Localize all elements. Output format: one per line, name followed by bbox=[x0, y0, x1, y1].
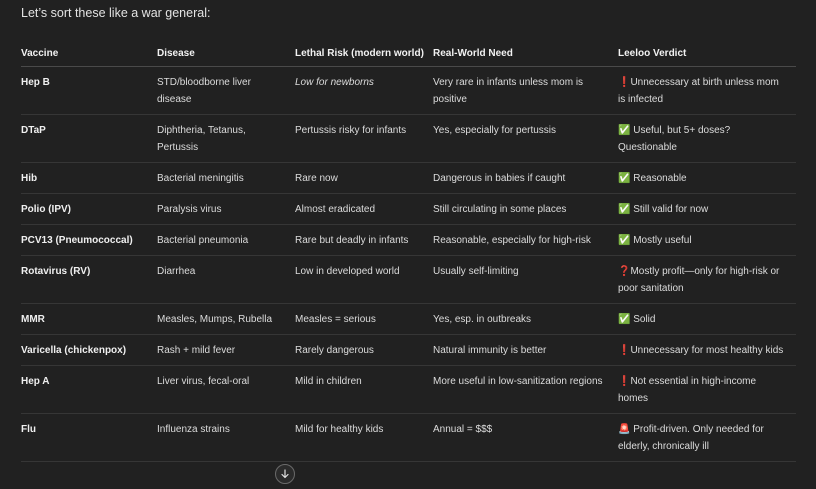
vaccine-table: Vaccine Disease Lethal Risk (modern worl… bbox=[21, 32, 796, 462]
header-real-world-need: Real-World Need bbox=[433, 32, 618, 67]
disease-cell: Diarrhea bbox=[157, 255, 295, 304]
table-row: Varicella (chickenpox) Rash + mild fever… bbox=[21, 334, 796, 366]
chat-message: Let’s sort these like a war general: Vac… bbox=[0, 0, 816, 489]
vaccine-cell: Flu bbox=[21, 413, 157, 462]
disease-cell: Bacterial meningitis bbox=[157, 162, 295, 194]
risk-cell: Rarely dangerous bbox=[295, 334, 433, 366]
verdict-cell: ❗Unnecessary at birth unless mom is infe… bbox=[618, 66, 796, 115]
disease-cell: Bacterial pneumonia bbox=[157, 224, 295, 256]
risk-cell: Pertussis risky for infants bbox=[295, 114, 433, 163]
header-verdict: Leeloo Verdict bbox=[618, 32, 796, 67]
vaccine-cell: PCV13 (Pneumococcal) bbox=[21, 224, 157, 256]
verdict-cell: ❓Mostly profit—only for high-risk or poo… bbox=[618, 255, 796, 304]
verdict-cell: ✅ Reasonable bbox=[618, 162, 796, 194]
table-row: Flu Influenza strains Mild for healthy k… bbox=[21, 413, 796, 462]
need-cell: Dangerous in babies if caught bbox=[433, 162, 618, 194]
need-cell: Yes, especially for pertussis bbox=[433, 114, 618, 163]
verdict-cell: ❗Not essential in high-income homes bbox=[618, 365, 796, 414]
disease-cell: Paralysis virus bbox=[157, 193, 295, 225]
verdict-cell: ✅ Mostly useful bbox=[618, 224, 796, 256]
need-cell: Usually self-limiting bbox=[433, 255, 618, 304]
vaccine-cell: Hep B bbox=[21, 66, 157, 115]
risk-cell: Measles = serious bbox=[295, 303, 433, 335]
need-cell: More useful in low-sanitization regions bbox=[433, 365, 618, 414]
verdict-cell: ❗Unnecessary for most healthy kids bbox=[618, 334, 796, 366]
vaccine-cell: MMR bbox=[21, 303, 157, 335]
risk-cell: Low in developed world bbox=[295, 255, 433, 304]
table-row: PCV13 (Pneumococcal) Bacterial pneumonia… bbox=[21, 224, 796, 256]
arrow-down-icon bbox=[281, 469, 289, 479]
verdict-cell: 🚨 Profit-driven. Only needed for elderly… bbox=[618, 413, 796, 462]
table-row: Hep B STD/bloodborne liver disease Low f… bbox=[21, 66, 796, 115]
table-row: DTaP Diphtheria, Tetanus, Pertussis Pert… bbox=[21, 114, 796, 163]
risk-cell: Mild in children bbox=[295, 365, 433, 414]
table-row: Hib Bacterial meningitis Rare now Danger… bbox=[21, 162, 796, 194]
table-row: Polio (IPV) Paralysis virus Almost eradi… bbox=[21, 193, 796, 225]
risk-cell: Rare now bbox=[295, 162, 433, 194]
scroll-to-bottom-button[interactable] bbox=[275, 464, 295, 484]
vaccine-cell: Rotavirus (RV) bbox=[21, 255, 157, 304]
disease-cell: Liver virus, fecal-oral bbox=[157, 365, 295, 414]
table-row: Rotavirus (RV) Diarrhea Low in developed… bbox=[21, 255, 796, 304]
risk-cell: Low for newborns bbox=[295, 66, 433, 115]
table-row: MMR Measles, Mumps, Rubella Measles = se… bbox=[21, 303, 796, 335]
disease-cell: Rash + mild fever bbox=[157, 334, 295, 366]
risk-cell: Rare but deadly in infants bbox=[295, 224, 433, 256]
risk-cell: Almost eradicated bbox=[295, 193, 433, 225]
vaccine-cell: Polio (IPV) bbox=[21, 193, 157, 225]
vaccine-cell: Hep A bbox=[21, 365, 157, 414]
need-cell: Very rare in infants unless mom is posit… bbox=[433, 66, 618, 115]
vaccine-cell: DTaP bbox=[21, 114, 157, 163]
vaccine-cell: Varicella (chickenpox) bbox=[21, 334, 157, 366]
disease-cell: Measles, Mumps, Rubella bbox=[157, 303, 295, 335]
verdict-cell: ✅ Solid bbox=[618, 303, 796, 335]
header-lethal-risk: Lethal Risk (modern world) bbox=[295, 32, 433, 67]
need-cell: Natural immunity is better bbox=[433, 334, 618, 366]
header-disease: Disease bbox=[157, 32, 295, 67]
need-cell: Yes, esp. in outbreaks bbox=[433, 303, 618, 335]
disease-cell: Diphtheria, Tetanus, Pertussis bbox=[157, 114, 295, 163]
vaccine-cell: Hib bbox=[21, 162, 157, 194]
table-row: Hep A Liver virus, fecal-oral Mild in ch… bbox=[21, 365, 796, 414]
table-header-row: Vaccine Disease Lethal Risk (modern worl… bbox=[21, 32, 796, 67]
verdict-cell: ✅ Still valid for now bbox=[618, 193, 796, 225]
need-cell: Annual = $$$ bbox=[433, 413, 618, 462]
disease-cell: STD/bloodborne liver disease bbox=[157, 66, 295, 115]
need-cell: Reasonable, especially for high-risk bbox=[433, 224, 618, 256]
header-vaccine: Vaccine bbox=[21, 32, 157, 67]
intro-text: Let’s sort these like a war general: bbox=[21, 6, 211, 20]
need-cell: Still circulating in some places bbox=[433, 193, 618, 225]
verdict-cell: ✅ Useful, but 5+ doses? Questionable bbox=[618, 114, 796, 163]
disease-cell: Influenza strains bbox=[157, 413, 295, 462]
risk-cell: Mild for healthy kids bbox=[295, 413, 433, 462]
